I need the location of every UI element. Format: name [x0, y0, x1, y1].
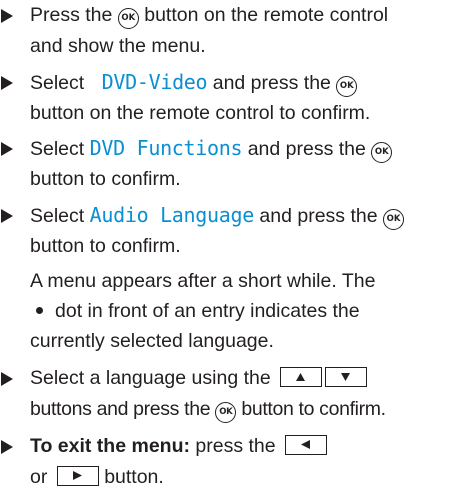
menu-item-audio-language: Audio Language	[89, 203, 255, 227]
exit-menu-label: To exit the menu:	[30, 435, 190, 457]
ok-button-icon: OK	[336, 76, 358, 97]
up-arrow-key-icon	[280, 367, 323, 387]
triangle-right-icon	[1, 440, 13, 454]
ok-button-icon: OK	[215, 402, 237, 423]
menu-item-dvd-functions: DVD Functions	[89, 136, 243, 160]
right-arrow-key-icon	[56, 466, 99, 486]
note-text: A menu appears after a short while. The	[30, 270, 376, 292]
ok-button-icon: OK	[117, 8, 139, 29]
selection-dot-icon	[36, 307, 43, 314]
ok-button-icon: OK	[383, 209, 405, 230]
triangle-right-icon	[1, 142, 13, 156]
triangle-right-icon	[1, 372, 13, 386]
ok-button-icon: OK	[371, 142, 393, 163]
triangle-right-icon	[1, 209, 13, 223]
triangle-right-icon	[1, 76, 13, 90]
menu-item-dvd-video: DVD-Video	[101, 70, 208, 94]
triangle-right-icon	[1, 9, 13, 23]
down-arrow-key-icon	[325, 367, 368, 387]
left-arrow-key-icon	[285, 435, 328, 455]
